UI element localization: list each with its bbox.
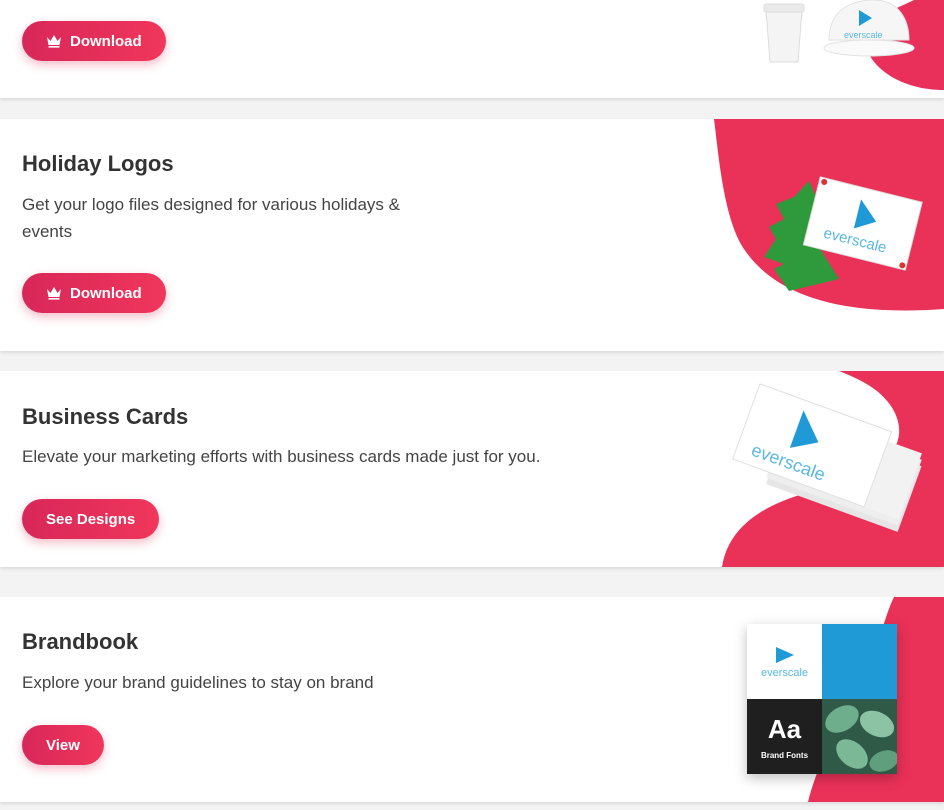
crown-icon <box>47 287 61 300</box>
download-button[interactable]: Download <box>22 21 166 61</box>
brandbook-color-tile <box>822 624 897 699</box>
business-cards-artwork: everscale <box>722 371 944 567</box>
view-button[interactable]: View <box>22 725 104 765</box>
cup-icon <box>763 3 805 63</box>
holiday-logos-description: Get your logo files designed for various… <box>22 191 442 245</box>
brandbook-mock: everscale Aa Brand Fonts <box>747 624 897 774</box>
business-cards-title: Business Cards <box>22 404 189 429</box>
holiday-download-button-label: Download <box>70 284 142 302</box>
brandbook-logo-tile: everscale <box>747 624 822 699</box>
leaf-pattern-icon <box>825 705 897 772</box>
brandbook-leaf-tile <box>822 699 897 774</box>
download-button-label: Download <box>70 32 142 50</box>
business-cards-description: Elevate your marketing efforts with busi… <box>22 447 541 466</box>
play-logo-icon <box>775 646 794 663</box>
crown-icon <box>47 35 61 48</box>
holiday-logos-title: Holiday Logos <box>22 151 174 176</box>
merch-card: everscale Download <box>0 0 944 98</box>
see-designs-button-label: See Designs <box>46 510 136 528</box>
holiday-download-button[interactable]: Download <box>22 273 166 313</box>
business-cards-card: everscale Business Cards Elevate your ma… <box>0 371 944 567</box>
brandbook-card: everscale Aa Brand Fonts Brandbook Explo… <box>0 597 944 802</box>
holiday-logos-description-line2: events <box>22 222 73 241</box>
holiday-artwork: everscale <box>714 119 944 311</box>
holiday-logos-card: everscale Holiday Logos Get your logo fi… <box>0 119 944 351</box>
see-designs-button[interactable]: See Designs <box>22 499 160 539</box>
view-button-label: View <box>46 736 80 754</box>
brandbook-title: Brandbook <box>22 629 139 654</box>
merch-artwork: everscale <box>763 0 944 90</box>
brandbook-logo-text: everscale <box>760 666 809 679</box>
holiday-logos-description-line1: Get your logo files designed for various… <box>22 195 400 214</box>
brandbook-description: Explore your brand guidelines to stay on… <box>22 673 374 692</box>
brandbook-fonts-tile: Aa Brand Fonts <box>747 699 822 774</box>
brand-fonts-sample: Aa <box>767 713 802 744</box>
brand-fonts-label: Brand Fonts <box>760 750 809 760</box>
svg-text:everscale: everscale <box>844 30 883 40</box>
